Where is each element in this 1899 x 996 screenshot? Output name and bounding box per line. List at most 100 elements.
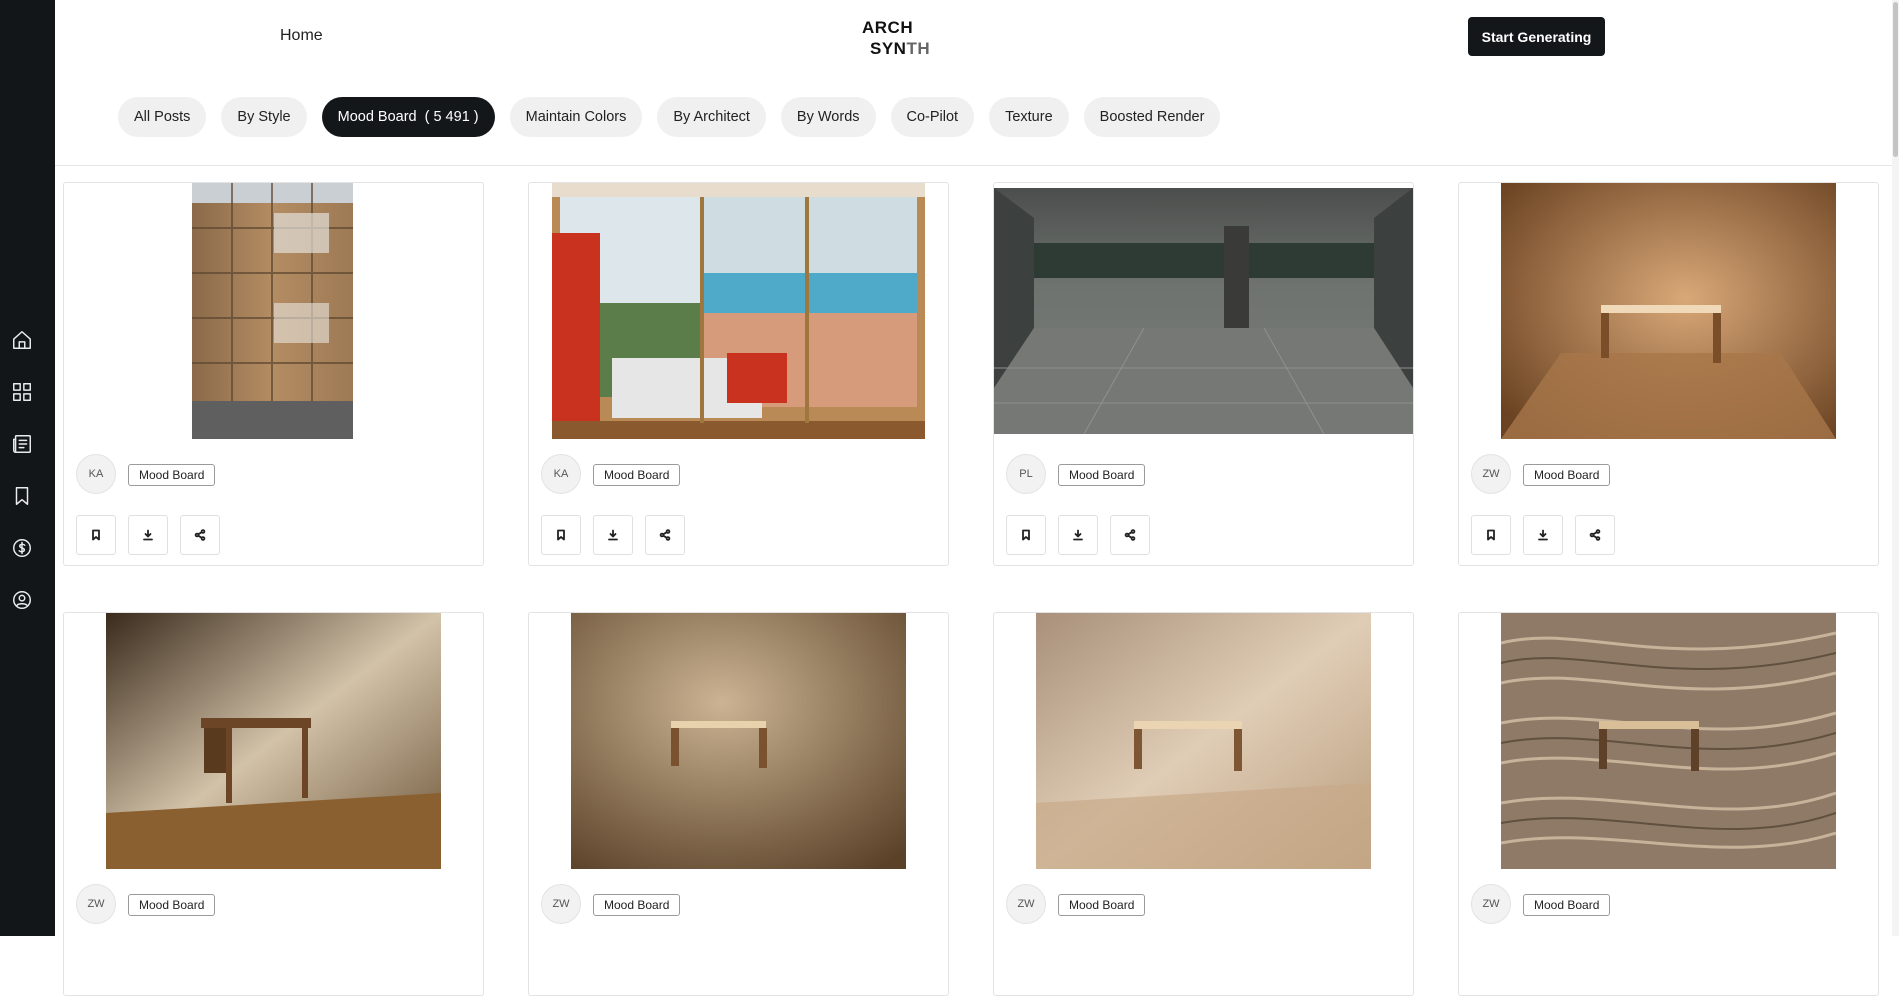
scrollbar[interactable]	[1892, 0, 1899, 936]
tab-maintain-colors[interactable]: Maintain Colors	[509, 97, 643, 137]
share-icon	[194, 529, 206, 541]
download-icon	[1073, 529, 1083, 541]
bookmark-icon	[1022, 529, 1030, 541]
avatar[interactable]: PL	[1006, 454, 1046, 494]
logo-line-2b: TH	[906, 39, 931, 58]
tab-texture[interactable]: Texture	[989, 97, 1069, 137]
avatar[interactable]: ZW	[1006, 884, 1046, 924]
tab-label: Mood Board	[337, 109, 417, 125]
download-icon	[608, 529, 618, 541]
category-tag: Mood Board	[1058, 894, 1146, 916]
avatar[interactable]: KA	[541, 454, 581, 494]
share-icon	[1124, 529, 1136, 541]
download-icon	[1538, 529, 1548, 541]
category-tag: Mood Board	[593, 464, 681, 486]
avatar[interactable]: ZW	[541, 884, 581, 924]
post-card: KA Mood Board	[63, 182, 484, 566]
avatar[interactable]: ZW	[1471, 884, 1511, 924]
tab-boosted-render[interactable]: Boosted Render	[1083, 97, 1221, 137]
post-image[interactable]	[1501, 613, 1836, 869]
logo-line-1: ARCH	[862, 18, 914, 37]
tab-label: By Words	[796, 109, 860, 125]
news-icon[interactable]	[10, 432, 34, 456]
bookmark-icon	[557, 529, 565, 541]
logo[interactable]: ARCH SYNTH	[862, 17, 930, 59]
share-button[interactable]	[1110, 515, 1150, 555]
account-icon[interactable]	[10, 588, 34, 612]
share-button[interactable]	[180, 515, 220, 555]
post-image-wrap	[994, 613, 1413, 869]
post-image-wrap	[1459, 183, 1878, 439]
tab-by-words[interactable]: By Words	[780, 97, 876, 137]
post-image[interactable]	[106, 613, 441, 869]
dashboard-icon[interactable]	[10, 380, 34, 404]
tab-label: Boosted Render	[1099, 109, 1205, 125]
start-generating-button[interactable]: Start Generating	[1468, 17, 1605, 56]
avatar[interactable]: ZW	[76, 884, 116, 924]
category-tag: Mood Board	[128, 894, 216, 916]
sidebar	[0, 0, 55, 936]
post-card: ZW Mood Board	[993, 612, 1414, 996]
tab-label: By Style	[237, 109, 291, 125]
post-image-wrap	[529, 183, 948, 439]
share-button[interactable]	[1575, 515, 1615, 555]
dollar-icon[interactable]	[10, 536, 34, 560]
post-card: KA Mood Board	[528, 182, 949, 566]
post-image-wrap	[1459, 613, 1878, 869]
home-icon[interactable]	[10, 328, 34, 352]
download-button[interactable]	[593, 515, 633, 555]
bookmark-button[interactable]	[1006, 515, 1046, 555]
bookmark-button[interactable]	[541, 515, 581, 555]
post-card: ZW Mood Board	[1458, 182, 1879, 566]
tab-label: Co-Pilot	[906, 109, 959, 125]
tab-by-style[interactable]: By Style	[221, 97, 307, 137]
post-card: ZW Mood Board	[63, 612, 484, 996]
avatar[interactable]: KA	[76, 454, 116, 494]
bookmark-icon	[1487, 529, 1495, 541]
tab-label: Texture	[1005, 109, 1053, 125]
tab-all-posts[interactable]: All Posts	[118, 97, 207, 137]
post-card: ZW Mood Board	[1458, 612, 1879, 996]
download-icon	[143, 529, 153, 541]
category-tag: Mood Board	[1523, 464, 1611, 486]
bookmark-button[interactable]	[1471, 515, 1511, 555]
tab-label: Maintain Colors	[525, 109, 627, 125]
post-card: ZW Mood Board	[528, 612, 949, 996]
category-tag: Mood Board	[1058, 464, 1146, 486]
post-card: PL Mood Board	[993, 182, 1414, 566]
top-navigation: Home ARCH SYNTH Start Generating	[55, 0, 1899, 76]
category-tag: Mood Board	[1523, 894, 1611, 916]
tab-mood-board[interactable]: Mood Board ( 5 491 )	[321, 97, 495, 137]
bookmark-icon	[92, 529, 100, 541]
scrollbar-thumb[interactable]	[1893, 2, 1898, 157]
divider	[55, 165, 1899, 166]
tab-by-architect[interactable]: By Architect	[657, 97, 766, 137]
download-button[interactable]	[128, 515, 168, 555]
post-image[interactable]	[1501, 183, 1836, 439]
logo-line-2: SYNTH	[862, 38, 930, 59]
post-image[interactable]	[192, 183, 353, 439]
bookmark-icon[interactable]	[10, 484, 34, 508]
post-image-wrap	[64, 183, 483, 439]
post-image-wrap	[994, 183, 1413, 439]
bookmark-button[interactable]	[76, 515, 116, 555]
tab-co-pilot[interactable]: Co-Pilot	[890, 97, 975, 137]
post-image[interactable]	[1036, 613, 1371, 869]
main-content: Home ARCH SYNTH Start Generating All Pos…	[55, 0, 1899, 996]
filter-tabs: All Posts By Style Mood Board ( 5 491 ) M…	[118, 97, 1235, 137]
post-image-wrap	[529, 613, 948, 869]
download-button[interactable]	[1523, 515, 1563, 555]
category-tag: Mood Board	[593, 894, 681, 916]
download-button[interactable]	[1058, 515, 1098, 555]
post-image[interactable]	[994, 188, 1413, 434]
share-icon	[1589, 529, 1601, 541]
post-image[interactable]	[571, 613, 906, 869]
home-link[interactable]: Home	[280, 27, 323, 45]
post-image-wrap	[64, 613, 483, 869]
tab-count: ( 5 491 )	[424, 109, 479, 125]
category-tag: Mood Board	[128, 464, 216, 486]
share-button[interactable]	[645, 515, 685, 555]
avatar[interactable]: ZW	[1471, 454, 1511, 494]
share-icon	[659, 529, 671, 541]
post-image[interactable]	[552, 183, 925, 439]
